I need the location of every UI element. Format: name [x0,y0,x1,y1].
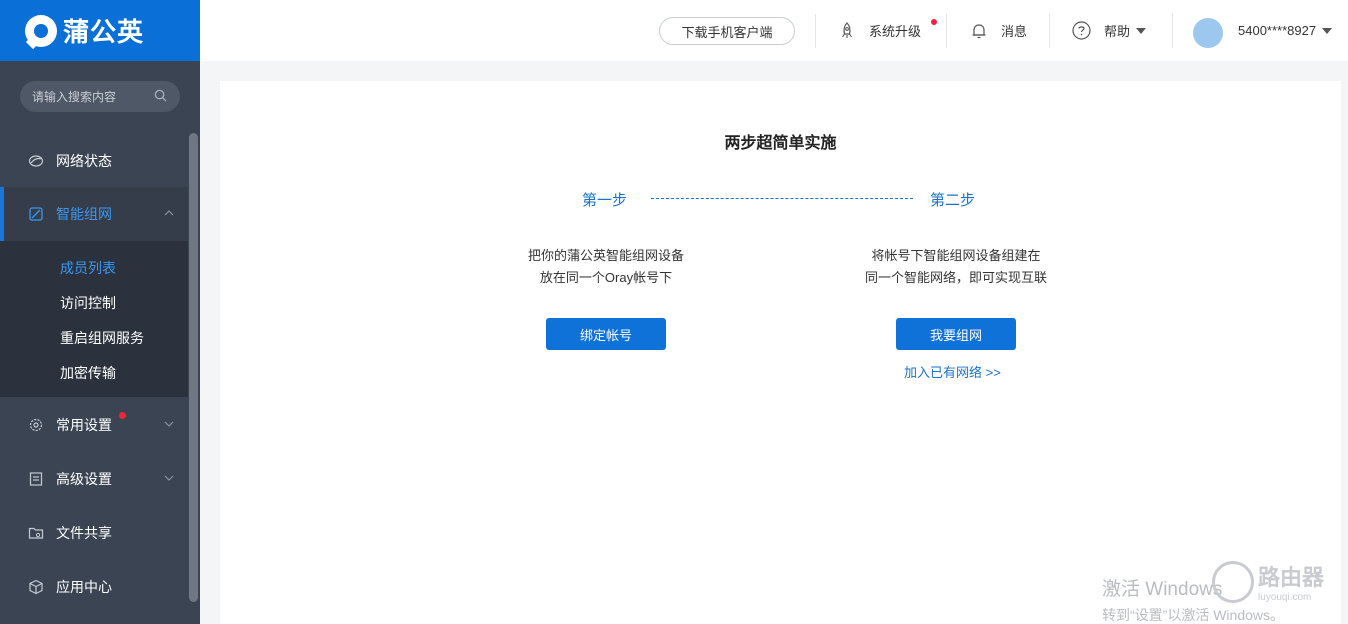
site-watermark: 路由器 luyouqi.com [1212,560,1324,603]
header-divider [815,14,816,48]
watermark-line: 转到“设置”以激活 Windows。 [1102,607,1285,623]
site-watermark-brand: 路由器 [1258,565,1325,590]
join-existing-network-link[interactable]: 加入已有网络 >> [904,362,1001,381]
sidebar: 蒲公英 网络状态 智能组网 成员列表 访问控制 重启组网服务 加密传输 [0,0,200,624]
nav-item-label: 智能组网 [56,206,112,222]
upgrade-notification-dot [931,19,937,25]
nav-item-label: 应用中心 [56,579,112,595]
rocket-icon [842,21,852,38]
nav-item-network-status[interactable]: 网络状态 [0,134,188,188]
notification-dot [119,412,126,419]
submenu-item-restart-service[interactable]: 重启组网服务 [60,328,144,348]
nav-item-common-settings[interactable]: 常用设置 [0,398,188,452]
chevron-up-icon [164,210,174,216]
smart-network-submenu: 成员列表 访问控制 重启组网服务 加密传输 [0,241,188,397]
nav-item-app-center[interactable]: 应用中心 [0,560,188,614]
top-header: 下载手机客户端 系统升级 消息 帮助 5400****8927 [200,0,1348,61]
nav-item-label: 高级设置 [56,471,112,487]
nav-item-smart-network[interactable]: 智能组网 [0,187,188,241]
setup-card: 两步超简单实施 第一步 第二步 把你的蒲公英智能组网设备 放在同一个Oray帐号… [220,81,1341,624]
sidebar-scrollbar[interactable] [189,133,198,602]
chevron-down-icon [1322,27,1333,34]
submenu-item-member-list[interactable]: 成员列表 [60,258,116,278]
chevron-down-icon [164,475,174,481]
user-menu[interactable]: 5400****8927 [1238,0,1333,61]
nav-item-file-share[interactable]: 文件共享 [0,506,188,560]
submenu-item-encrypted-transfer[interactable]: 加密传输 [60,363,116,383]
create-network-button[interactable]: 我要组网 [896,318,1016,350]
router-logo-icon [1212,560,1254,603]
header-divider [1172,14,1173,48]
submenu-item-access-control[interactable]: 访问控制 [60,293,116,313]
system-upgrade-button[interactable]: 系统升级 [839,0,921,61]
search-box[interactable] [20,81,180,112]
nav-item-label: 网络状态 [56,153,112,169]
cube-icon [29,579,43,595]
system-upgrade-label: 系统升级 [869,24,922,39]
help-label: 帮助 [1104,24,1131,39]
avatar[interactable] [1193,18,1223,48]
logo-text: 蒲公英 [63,17,145,47]
nav-item-label: 文件共享 [56,525,112,541]
description-line: 把你的蒲公英智能组网设备 [527,248,684,263]
gear-icon [29,418,43,432]
step-one-description: 把你的蒲公英智能组网设备 放在同一个Oray帐号下 [486,245,726,289]
advanced-settings-icon [29,472,43,486]
logo[interactable]: 蒲公英 [0,0,200,61]
page-title: 两步超简单实施 [724,135,837,152]
step-two-description: 将帐号下智能组网设备组建在 同一个智能网络，即可实现互联 [836,245,1076,289]
site-watermark-text: 路由器 luyouqi.com [1258,560,1324,603]
messages-label: 消息 [1001,24,1028,39]
nav-item-label: 常用设置 [56,417,112,433]
help-menu-button[interactable]: 帮助 [1072,0,1147,61]
description-line: 同一个智能网络，即可实现互联 [864,270,1047,285]
network-icon [28,155,44,167]
search-input[interactable] [32,89,142,104]
bind-account-button[interactable]: 绑定帐号 [546,318,666,350]
nav-item-advanced-settings[interactable]: 高级设置 [0,452,188,506]
chevron-down-icon [1136,27,1147,34]
messages-button[interactable]: 消息 [971,0,1027,61]
bell-icon [972,23,986,38]
site-watermark-url: luyouqi.com [1258,592,1312,603]
chevron-down-icon [164,421,174,427]
logo-icon [25,14,57,47]
search-icon[interactable] [154,89,167,102]
description-line: 将帐号下智能组网设备组建在 [871,248,1041,263]
header-divider [1049,14,1050,48]
header-divider [946,14,947,48]
step-connector [651,198,913,199]
username: 5400****8927 [1238,23,1317,38]
step-two-label: 第二步 [930,192,976,209]
description-line: 放在同一个Oray帐号下 [539,270,673,285]
download-app-button[interactable]: 下载手机客户端 [659,17,795,45]
smart-network-icon [29,207,43,221]
folder-icon [28,527,44,539]
step-one-label: 第一步 [582,192,628,209]
help-icon [1072,21,1091,40]
